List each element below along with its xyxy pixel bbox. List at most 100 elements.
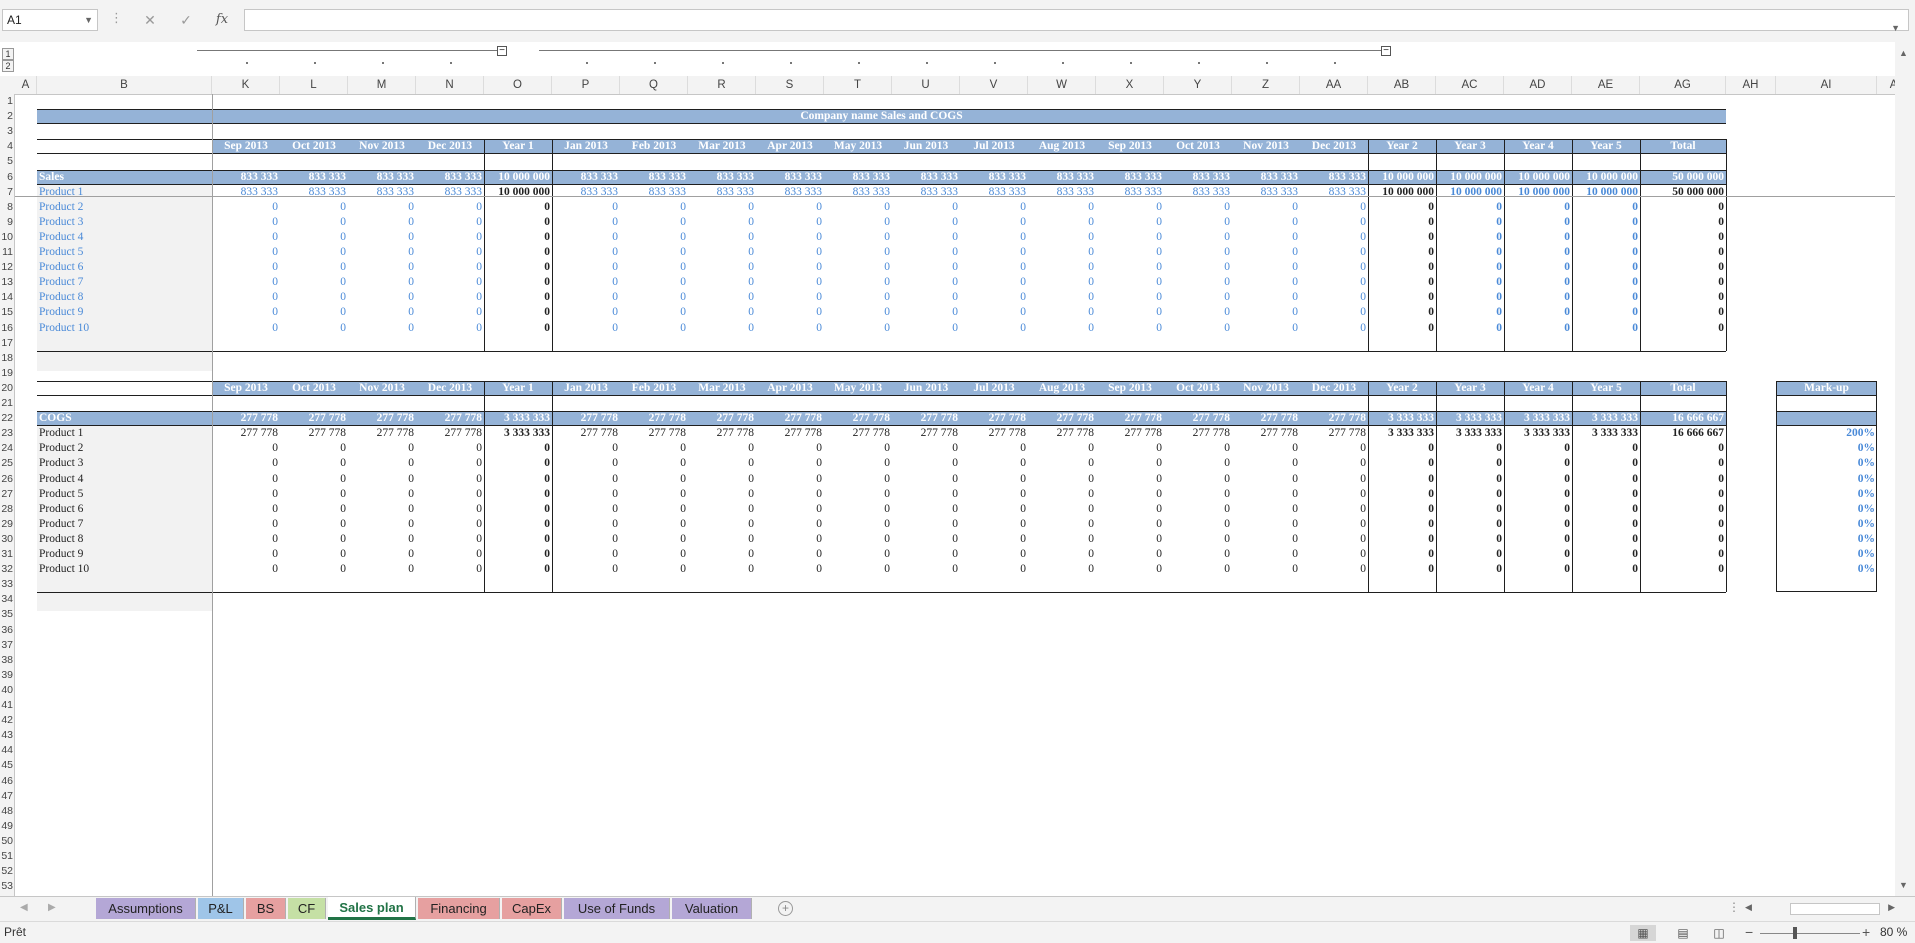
cogs-value-cell[interactable]: 0 (348, 532, 416, 547)
sales-value-cell[interactable]: 0 (688, 245, 756, 260)
sales-value-cell[interactable]: 833 333 (348, 185, 416, 200)
cogs-value-cell[interactable]: 0 (1232, 562, 1300, 577)
sales-product-label[interactable]: Product 5 (37, 245, 212, 260)
column-header[interactable]: P (552, 76, 620, 94)
page-break-preview-icon[interactable]: ◫ (1706, 925, 1732, 941)
cogs-period-header[interactable]: Sep 2013 (1096, 381, 1164, 396)
sales-value-cell[interactable]: 0 (960, 230, 1028, 245)
sales-value-cell[interactable]: 0 (484, 260, 552, 275)
cogs-value-cell[interactable]: 277 778 (756, 426, 824, 441)
cogs-value-cell[interactable]: 0 (1164, 517, 1232, 532)
sales-total-value[interactable]: 833 333 (552, 170, 620, 185)
sales-value-cell[interactable]: 0 (756, 245, 824, 260)
sales-value-cell[interactable]: 0 (688, 275, 756, 290)
cogs-total-value[interactable]: 3 333 333 (1368, 411, 1436, 426)
cogs-period-header[interactable]: Dec 2013 (1300, 381, 1368, 396)
cogs-value-cell[interactable]: 0 (1096, 456, 1164, 471)
sales-value-cell[interactable]: 0 (348, 245, 416, 260)
sales-value-cell[interactable]: 0 (1096, 215, 1164, 230)
cogs-period-header[interactable]: Sep 2013 (212, 381, 280, 396)
sales-total-value[interactable]: 833 333 (1028, 170, 1096, 185)
cogs-value-cell[interactable]: 0 (1572, 456, 1640, 471)
sales-value-cell[interactable]: 0 (1232, 230, 1300, 245)
cogs-value-cell[interactable]: 3 333 333 (1572, 426, 1640, 441)
cogs-value-cell[interactable]: 0 (1640, 472, 1726, 487)
cogs-value-cell[interactable]: 0 (1572, 547, 1640, 562)
sales-value-cell[interactable]: 0 (348, 215, 416, 230)
sales-value-cell[interactable]: 833 333 (552, 185, 620, 200)
cogs-value-cell[interactable]: 0 (1640, 532, 1726, 547)
sales-total-value[interactable]: 833 333 (1164, 170, 1232, 185)
sales-period-header[interactable]: Year 4 (1504, 139, 1572, 154)
sales-value-cell[interactable]: 833 333 (212, 185, 280, 200)
sales-value-cell[interactable]: 833 333 (824, 185, 892, 200)
markup-value[interactable]: 0% (1776, 562, 1877, 577)
sales-value-cell[interactable]: 0 (688, 260, 756, 275)
sales-value-cell[interactable]: 833 333 (892, 185, 960, 200)
cogs-value-cell[interactable]: 0 (1300, 502, 1368, 517)
formula-input[interactable]: ▼ (244, 9, 1909, 33)
cogs-value-cell[interactable]: 0 (960, 547, 1028, 562)
cogs-value-cell[interactable]: 0 (552, 547, 620, 562)
row-header[interactable]: 19 (0, 366, 14, 381)
row-header[interactable]: 36 (0, 623, 14, 638)
sales-value-cell[interactable]: 0 (1436, 290, 1504, 305)
cogs-value-cell[interactable]: 0 (960, 562, 1028, 577)
cogs-value-cell[interactable]: 0 (756, 562, 824, 577)
row-header[interactable]: 41 (0, 698, 14, 713)
cogs-value-cell[interactable]: 0 (620, 517, 688, 532)
sales-value-cell[interactable]: 0 (348, 275, 416, 290)
markup-value[interactable]: 0% (1776, 517, 1877, 532)
sales-period-header[interactable]: Jan 2013 (552, 139, 620, 154)
cogs-value-cell[interactable]: 0 (756, 487, 824, 502)
cogs-value-cell[interactable]: 0 (1436, 441, 1504, 456)
cogs-value-cell[interactable]: 3 333 333 (1436, 426, 1504, 441)
sales-value-cell[interactable]: 0 (552, 230, 620, 245)
more-icon[interactable]: ⋮ (1728, 900, 1740, 914)
column-header[interactable]: W (1028, 76, 1096, 94)
sales-value-cell[interactable]: 0 (756, 290, 824, 305)
cogs-value-cell[interactable]: 0 (1300, 517, 1368, 532)
cogs-value-cell[interactable]: 0 (1096, 532, 1164, 547)
sales-value-cell[interactable]: 0 (1164, 305, 1232, 320)
sales-value-cell[interactable]: 0 (1640, 230, 1726, 245)
sales-value-cell[interactable]: 0 (824, 200, 892, 215)
sales-value-cell[interactable]: 0 (824, 290, 892, 305)
sales-product-label[interactable]: Product 10 (37, 321, 212, 336)
sales-value-cell[interactable]: 0 (1436, 260, 1504, 275)
cogs-value-cell[interactable]: 0 (1368, 456, 1436, 471)
sales-value-cell[interactable]: 0 (756, 275, 824, 290)
cogs-value-cell[interactable]: 0 (280, 502, 348, 517)
horizontal-scrollbar[interactable]: ◀ ▶ (1745, 902, 1895, 916)
sales-value-cell[interactable]: 0 (484, 230, 552, 245)
sales-total-value[interactable]: 833 333 (756, 170, 824, 185)
row-header[interactable]: 14 (0, 290, 14, 305)
cogs-value-cell[interactable]: 0 (1232, 456, 1300, 471)
sales-total-value[interactable]: 10 000 000 (1504, 170, 1572, 185)
cogs-value-cell[interactable]: 0 (280, 456, 348, 471)
sales-value-cell[interactable]: 0 (1368, 260, 1436, 275)
sales-period-header[interactable]: Feb 2013 (620, 139, 688, 154)
cogs-value-cell[interactable]: 0 (1504, 487, 1572, 502)
sales-value-cell[interactable]: 0 (484, 305, 552, 320)
cogs-value-cell[interactable]: 0 (1640, 562, 1726, 577)
sales-period-header[interactable]: Oct 2013 (280, 139, 348, 154)
sales-total-value[interactable]: 833 333 (416, 170, 484, 185)
sales-value-cell[interactable]: 0 (824, 260, 892, 275)
add-sheet-icon[interactable]: + (778, 901, 793, 916)
name-box[interactable]: A1 ▼ (2, 9, 98, 31)
sales-value-cell[interactable]: 0 (1232, 290, 1300, 305)
sheet-tab-use-of-funds[interactable]: Use of Funds (564, 898, 670, 919)
sales-value-cell[interactable]: 0 (756, 200, 824, 215)
scroll-up-icon[interactable]: ▲ (1899, 48, 1908, 58)
insert-function-icon[interactable]: fx (208, 9, 236, 31)
sales-value-cell[interactable]: 0 (688, 200, 756, 215)
sales-value-cell[interactable]: 0 (1164, 260, 1232, 275)
row-header[interactable]: 37 (0, 638, 14, 653)
sales-total-label[interactable]: Sales (37, 170, 212, 185)
cogs-value-cell[interactable]: 277 778 (212, 426, 280, 441)
sales-value-cell[interactable]: 0 (960, 275, 1028, 290)
sales-value-cell[interactable]: 0 (416, 215, 484, 230)
cogs-value-cell[interactable]: 277 778 (620, 426, 688, 441)
row-header[interactable]: 34 (0, 592, 14, 607)
